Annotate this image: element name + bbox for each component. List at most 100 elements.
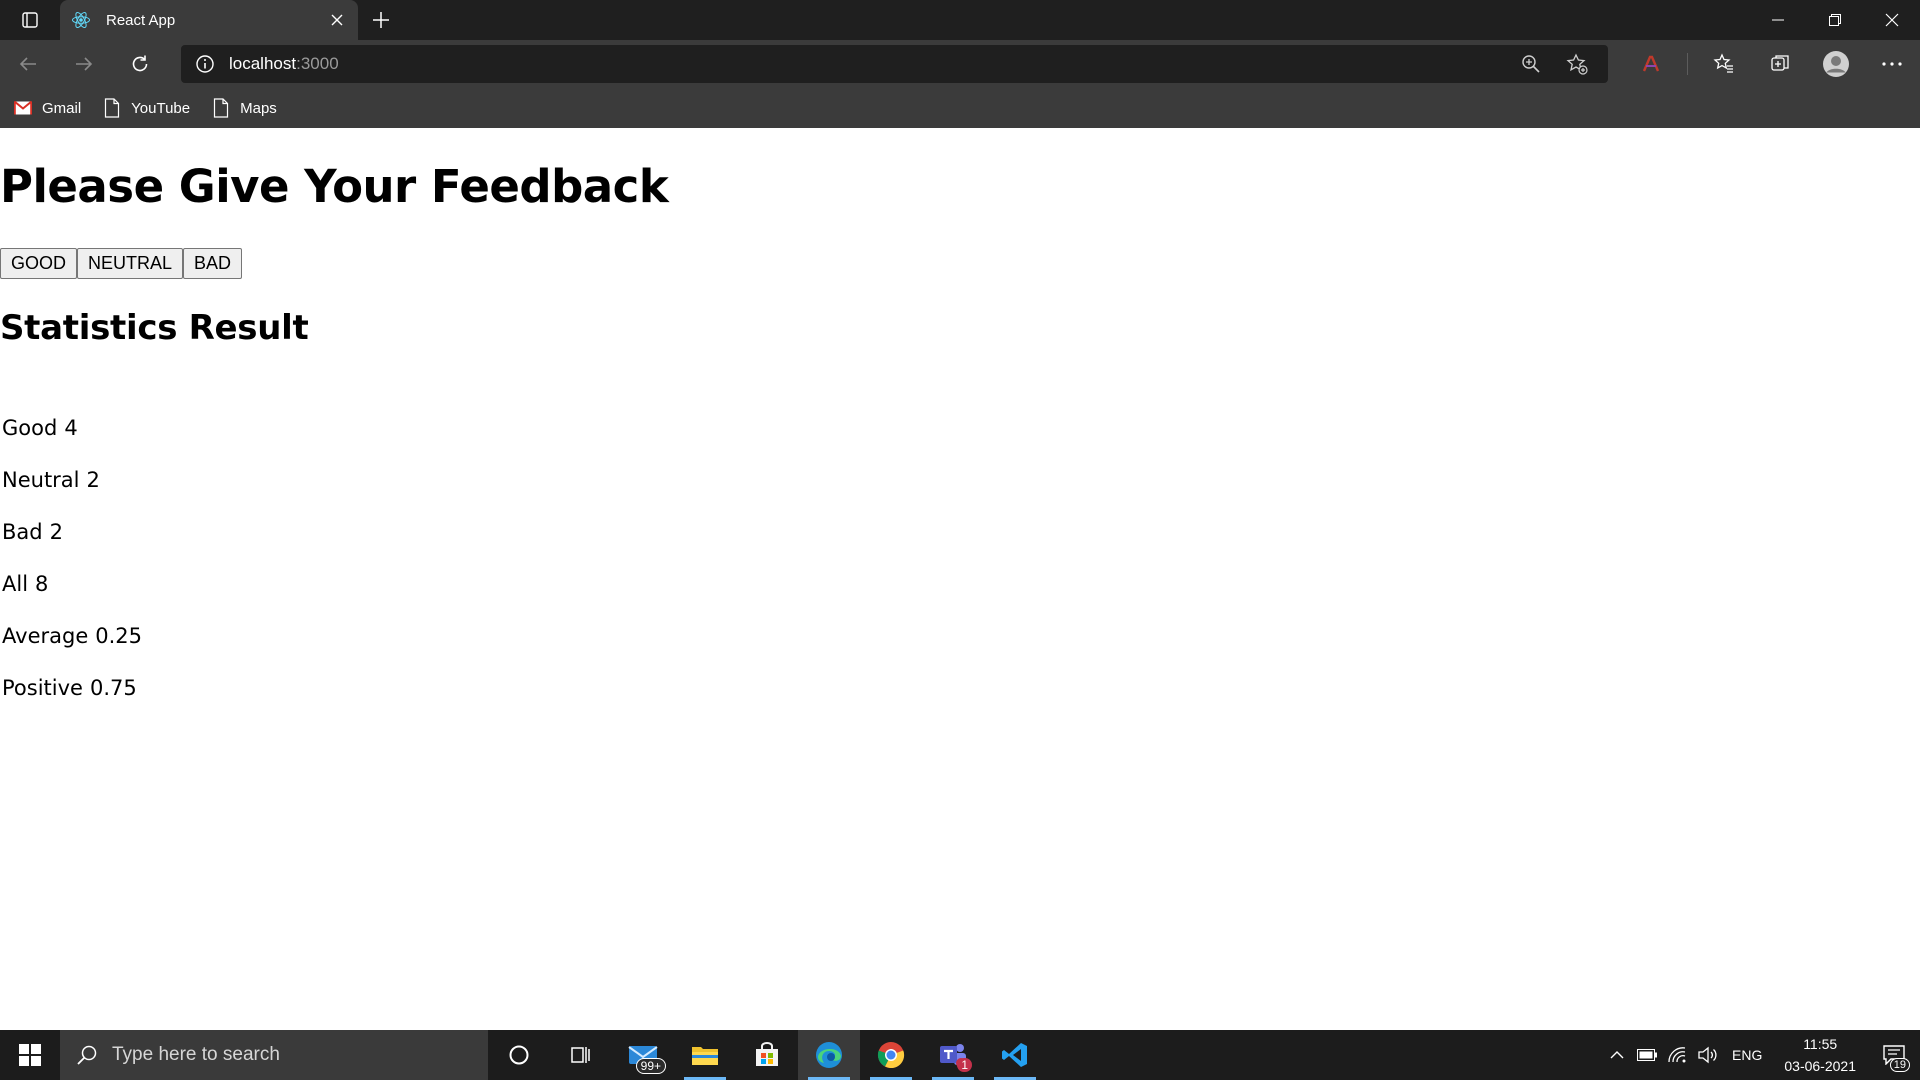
bad-button[interactable]: BAD (183, 248, 243, 279)
tab-actions-icon (22, 12, 38, 28)
folder-icon (692, 1047, 718, 1065)
file-explorer-app[interactable] (674, 1030, 736, 1080)
url-text[interactable]: localhost:3000 (229, 54, 339, 74)
show-hidden-icons-button[interactable] (1602, 1030, 1632, 1080)
url-port: :3000 (296, 54, 339, 73)
toolbar-right-actions (1623, 40, 1920, 88)
stat-neutral: Neutral 2 (2, 454, 142, 506)
mail-badge: 99+ (635, 1058, 666, 1074)
restore-icon (1828, 14, 1841, 26)
speaker-icon (1698, 1046, 1717, 1064)
new-tab-button[interactable] (366, 6, 396, 34)
mail-app[interactable]: 99+ (612, 1030, 674, 1080)
gmail-icon (12, 97, 34, 119)
back-button[interactable] (0, 40, 56, 88)
bookmark-youtube[interactable]: YouTube (101, 93, 190, 123)
page-title: Please Give Your Feedback (0, 160, 669, 213)
profile-button[interactable] (1808, 40, 1864, 88)
cortana-button[interactable] (488, 1030, 550, 1080)
clock[interactable]: 11:55 03-06-2021 (1784, 1033, 1856, 1077)
stat-average: Average 0.25 (2, 610, 142, 662)
tab-close-icon[interactable] (326, 9, 348, 31)
stat-value: 0.75 (89, 676, 137, 700)
extension-button[interactable] (1623, 40, 1679, 88)
network-button[interactable] (1662, 1030, 1692, 1080)
volume-button[interactable] (1692, 1030, 1722, 1080)
favorites-icon (1713, 53, 1733, 73)
extension-icon (1642, 55, 1660, 72)
refresh-icon (132, 55, 148, 72)
edge-icon (816, 1042, 842, 1068)
stat-good: Good 4 (2, 402, 142, 454)
settings-menu-button[interactable] (1864, 40, 1920, 88)
store-icon (756, 1042, 778, 1066)
neutral-button[interactable]: NEUTRAL (77, 248, 184, 279)
vscode-app[interactable] (984, 1030, 1046, 1080)
chevron-up-icon (1610, 1051, 1624, 1059)
edge-app[interactable] (798, 1030, 860, 1080)
page-icon (101, 97, 123, 119)
bookmark-gmail[interactable]: Gmail (12, 93, 81, 123)
favorites-button[interactable] (1696, 40, 1752, 88)
stat-label: Bad (2, 520, 43, 544)
address-bar-actions (1508, 45, 1600, 83)
browser-toolbar: localhost:3000 (0, 40, 1920, 88)
zoom-icon[interactable] (1508, 45, 1554, 83)
page-content: Please Give Your Feedback GOOD NEUTRAL B… (0, 128, 1920, 1030)
bookmark-label: Maps (240, 99, 277, 117)
url-host: localhost (229, 54, 297, 73)
task-view-icon (571, 1047, 590, 1063)
forward-button[interactable] (56, 40, 112, 88)
close-window-button[interactable] (1863, 0, 1920, 40)
site-info-icon[interactable] (181, 54, 229, 74)
clock-time: 11:55 (1803, 1036, 1838, 1052)
stat-label: All (2, 572, 29, 596)
stat-label: Average (2, 624, 89, 648)
tab-strip: React App (0, 0, 1920, 40)
minimize-icon (1771, 19, 1784, 21)
tab-actions-button[interactable] (0, 0, 60, 40)
address-bar[interactable]: localhost:3000 (181, 45, 1608, 83)
vscode-icon (1002, 1043, 1027, 1067)
action-center-button[interactable]: 19 (1868, 1030, 1920, 1080)
minimize-button[interactable] (1749, 0, 1806, 40)
battery-icon (1637, 1049, 1658, 1061)
teams-app[interactable]: 1 (922, 1030, 984, 1080)
stat-label: Neutral (2, 468, 80, 492)
collections-button[interactable] (1752, 40, 1808, 88)
clock-date: 03-06-2021 (1784, 1058, 1856, 1074)
toolbar-separator (1687, 53, 1688, 75)
good-button[interactable]: GOOD (0, 248, 78, 279)
battery-button[interactable] (1632, 1030, 1662, 1080)
notification-count: 19 (1889, 1058, 1910, 1072)
chrome-app[interactable] (860, 1030, 922, 1080)
bookmark-label: YouTube (131, 99, 191, 117)
forward-arrow-icon (76, 57, 93, 71)
cortana-icon (509, 1045, 529, 1065)
teams-badge: 1 (957, 1058, 972, 1072)
input-language[interactable]: ENG (1732, 1047, 1762, 1063)
stat-value: 4 (64, 416, 78, 440)
refresh-button[interactable] (112, 40, 168, 88)
add-favorite-icon[interactable] (1554, 45, 1600, 83)
restore-button[interactable] (1806, 0, 1863, 40)
start-button[interactable] (0, 1030, 60, 1080)
statistics-heading: Statistics Result (0, 308, 309, 348)
bookmark-maps[interactable]: Maps (210, 93, 277, 123)
plus-icon (373, 12, 389, 28)
browser-tab-active[interactable]: React App (60, 0, 358, 40)
feedback-buttons: GOOD NEUTRAL BAD (0, 248, 243, 279)
system-tray: ENG 11:55 03-06-2021 19 (1602, 1030, 1920, 1080)
statistics-list: Good 4 Neutral 2 Bad 2 All 8 Average 0.25 Pos… (2, 402, 142, 714)
stat-label: Good (2, 416, 58, 440)
bookmarks-bar: Gmail YouTube Maps (0, 88, 1920, 128)
taskbar-search[interactable]: Type here to search (60, 1030, 488, 1080)
task-view-button[interactable] (550, 1030, 612, 1080)
wifi-icon (1668, 1047, 1686, 1063)
stat-value: 2 (49, 520, 63, 544)
stat-positive: Positive 0.75 (2, 662, 142, 714)
chrome-icon (877, 1042, 905, 1069)
taskbar: Type here to search 99+ 1 ENG 11:55 03-0… (0, 1030, 1920, 1080)
stat-all: All 8 (2, 558, 142, 610)
microsoft-store-app[interactable] (736, 1030, 798, 1080)
